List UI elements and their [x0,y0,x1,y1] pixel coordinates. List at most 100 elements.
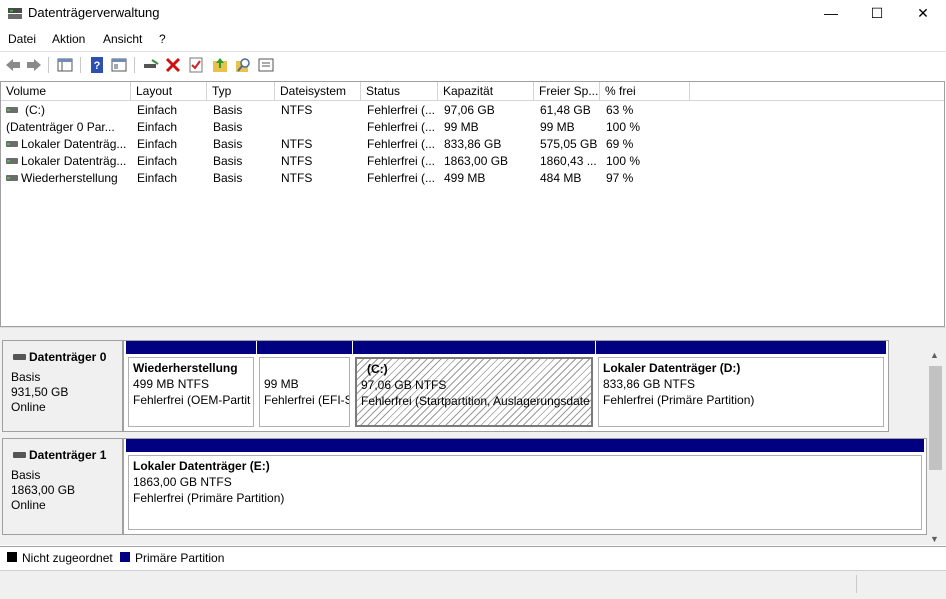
disk-name: Datenträger 0 [29,350,107,364]
cell-freier-speicher: 1860,43 ... [540,154,597,168]
close-button[interactable]: ✕ [900,0,946,26]
cell-prozent-frei: 69 % [606,137,634,151]
cell-layout: Einfach [137,137,178,151]
delete-icon[interactable] [164,56,182,74]
properties-icon[interactable] [110,56,128,74]
partition-e[interactable]: Lokaler Datenträger (E:) 1863,00 GB NTFS… [126,439,924,532]
disk-1-label[interactable]: Datenträger 1 Basis 1863,00 GB Online [2,438,123,535]
disk-view-scrollbar[interactable]: ▲ ▼ [927,348,944,545]
cell-typ: Basis [213,137,243,151]
partition-size: 1863,00 GB NTFS [133,475,232,489]
minimize-button[interactable]: — [808,0,854,26]
forward-icon[interactable] [25,56,43,74]
toolbar-separator [80,57,81,73]
disk-name: Datenträger 1 [29,448,107,462]
partition-status: Fehlerfrei (Startpartition, Auslagerungs… [361,394,590,408]
partition-size: 833,86 GB NTFS [603,377,696,391]
cell-dateisystem: NTFS [281,137,313,151]
back-icon[interactable] [4,56,22,74]
volume-list-header: Volume Layout Typ Dateisystem Status Kap… [1,82,944,101]
drive-icon [6,175,18,181]
disk-size: 931,50 GB [11,385,69,399]
partition-status: Fehlerfrei (OEM-Partit [133,393,251,407]
cell-kapazitaet: 97,06 GB [444,103,495,117]
legend-label-unallocated: Nicht zugeordnet [22,551,113,565]
table-row[interactable]: (Datenträger 0 Par... Einfach Basis Fehl… [1,119,944,136]
status-bar [0,570,946,599]
menu-ansicht[interactable]: Ansicht [103,32,142,46]
primary-partition-bar [257,341,352,354]
help-icon[interactable]: ? [88,56,106,74]
menu-aktion[interactable]: Aktion [52,32,85,46]
cell-status: Fehlerfrei (... [367,120,436,134]
cell-volume: Wiederherstellung [21,171,118,185]
cell-freier-speicher: 99 MB [540,120,575,134]
primary-partition-bar [596,341,886,354]
column-status[interactable]: Status [361,82,438,100]
table-row[interactable]: Lokaler Datenträg... Einfach Basis NTFS … [1,136,944,153]
cell-layout: Einfach [137,103,178,117]
cell-freier-speicher: 484 MB [540,171,582,185]
title-bar: Datenträgerverwaltung — ☐ ✕ [0,0,946,26]
connect-disk-icon[interactable] [142,56,160,74]
scrollbar-thumb[interactable] [929,366,942,470]
disk-management-app-icon [8,8,22,19]
cell-prozent-frei: 63 % [606,103,634,117]
partition-title: Lokaler Datenträger (E:) [133,459,270,473]
partition-d[interactable]: Lokaler Datenträger (D:) 833,86 GB NTFS … [596,341,886,429]
column-volume[interactable]: Volume [1,82,131,100]
cell-dateisystem: NTFS [281,154,313,168]
drive-icon [6,158,18,164]
menu-bar: Datei Aktion Ansicht ? [0,29,946,49]
disk-size: 1863,00 GB [11,483,76,497]
toolbar-separator [134,57,135,73]
column-kapazitaet[interactable]: Kapazität [438,82,534,100]
partition-body: Wiederherstellung 499 MB NTFS Fehlerfrei… [128,357,254,427]
svg-text:?: ? [94,60,101,72]
partition-body-selected: (C:) 97,06 GB NTFS Fehlerfrei (Startpart… [355,357,593,427]
column-prozent-frei[interactable]: % frei [600,82,690,100]
cell-volume: Lokaler Datenträg... [21,137,127,151]
partition-efi[interactable]: 99 MB Fehlerfrei (EFI-S [257,341,352,429]
disk-type: Basis [11,468,41,482]
import-icon[interactable] [211,56,229,74]
search-icon[interactable] [234,56,252,74]
menu-help[interactable]: ? [159,32,166,46]
partition-body: 99 MB Fehlerfrei (EFI-S [259,357,350,427]
window-title: Datenträgerverwaltung [28,5,160,20]
partition-status: Fehlerfrei (EFI-S [264,393,350,407]
console-tree-icon[interactable] [56,56,74,74]
cell-volume: (C:) [25,103,45,117]
cell-freier-speicher: 61,48 GB [540,103,591,117]
disk-0-label[interactable]: Datenträger 0 Basis 931,50 GB Online [2,340,123,432]
primary-partition-bar [353,341,595,354]
scroll-down-arrow-icon[interactable]: ▼ [930,534,939,544]
column-dateisystem[interactable]: Dateisystem [275,82,361,100]
column-layout[interactable]: Layout [131,82,207,100]
partition-wiederherstellung[interactable]: Wiederherstellung 499 MB NTFS Fehlerfrei… [126,341,256,429]
cell-prozent-frei: 100 % [606,120,641,134]
disk-state: Online [11,498,46,512]
menu-datei[interactable]: Datei [8,32,36,46]
cell-typ: Basis [213,103,243,117]
partition-c[interactable]: (C:) 97,06 GB NTFS Fehlerfrei (Startpart… [353,341,595,429]
settings-list-icon[interactable] [257,56,275,74]
toolbar: ? [0,51,946,78]
cell-layout: Einfach [137,171,178,185]
table-row[interactable]: Wiederherstellung Einfach Basis NTFS Feh… [1,170,944,187]
cell-kapazitaet: 833,86 GB [444,137,502,151]
table-row[interactable]: Lokaler Datenträg... Einfach Basis NTFS … [1,153,944,170]
column-typ[interactable]: Typ [207,82,275,100]
partition-size: 499 MB NTFS [133,377,210,391]
column-freier-speicher[interactable]: Freier Sp... [534,82,600,100]
cell-prozent-frei: 100 % [606,154,641,168]
table-row[interactable]: (C:) Einfach Basis NTFS Fehlerfrei (... … [1,102,944,119]
check-icon[interactable] [187,56,205,74]
cell-typ: Basis [213,154,243,168]
partition-size: 97,06 GB NTFS [361,378,447,392]
scroll-up-arrow-icon[interactable]: ▲ [930,350,939,360]
primary-partition-bar [126,439,924,452]
disk-view: Datenträger 0 Basis 931,50 GB Online Wie… [0,332,946,545]
maximize-button[interactable]: ☐ [854,0,900,26]
cell-typ: Basis [213,120,243,134]
